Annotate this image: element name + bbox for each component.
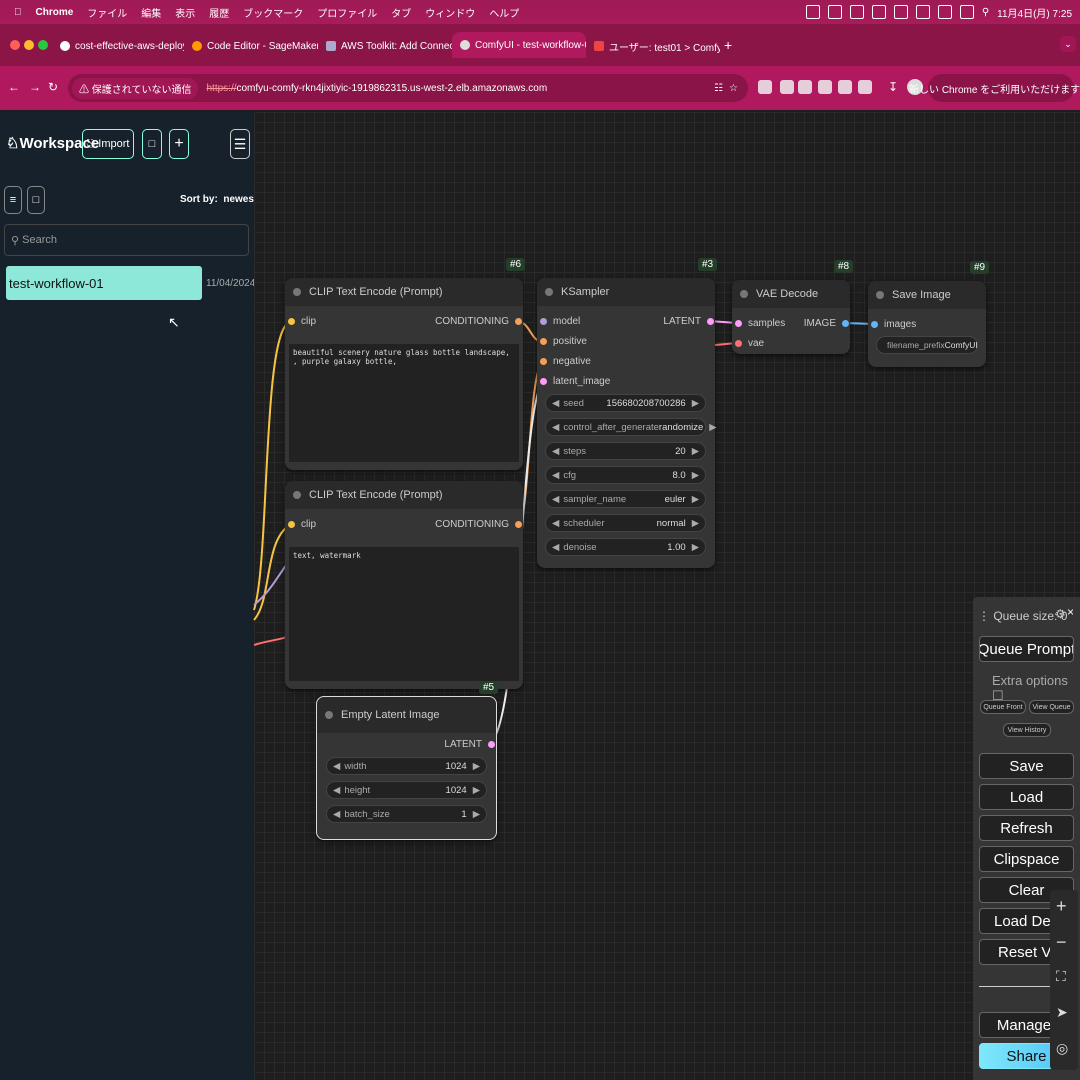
pointer-icon[interactable]: ➤: [1056, 1004, 1068, 1021]
widget-sampler-name[interactable]: ◀ sampler_name euler ▶: [545, 490, 706, 508]
input-slot-latent-image[interactable]: latent_image: [540, 376, 610, 387]
collapse-dot[interactable]: [325, 711, 333, 719]
input-slot-vae[interactable]: vae: [735, 338, 764, 349]
collapse-dot[interactable]: [876, 291, 884, 299]
fit-view-icon[interactable]: ⛶: [1056, 968, 1066, 985]
zoom-out-icon[interactable]: −: [1056, 932, 1067, 953]
output-slot-image[interactable]: IMAGE: [800, 318, 849, 329]
widget-batch-size[interactable]: ◀ batch_size 1 ▶: [326, 805, 487, 823]
refresh-button[interactable]: Refresh: [979, 815, 1074, 841]
input-slot-images[interactable]: images: [871, 319, 916, 330]
input-slot-model[interactable]: model: [540, 316, 580, 327]
load-button[interactable]: Load: [979, 784, 1074, 810]
increment-icon[interactable]: ▶: [473, 785, 480, 796]
view-queue-button[interactable]: View Queue: [1029, 700, 1074, 714]
node-header[interactable]: CLIP Text Encode (Prompt): [285, 481, 523, 509]
widget-steps[interactable]: ◀ steps 20 ▶: [545, 442, 706, 460]
queue-front-button[interactable]: Queue Front: [980, 700, 1026, 714]
widget-seed[interactable]: ◀ seed 156680208700286 ▶: [545, 394, 706, 412]
increment-icon[interactable]: ▶: [473, 761, 480, 772]
collapse-dot[interactable]: [293, 288, 301, 296]
decrement-icon[interactable]: ◀: [552, 446, 559, 457]
decrement-icon[interactable]: ◀: [552, 518, 559, 529]
output-slot-conditioning[interactable]: CONDITIONING: [420, 316, 522, 327]
node-id-badge: #8: [834, 260, 854, 273]
increment-icon[interactable]: ▶: [692, 398, 699, 409]
input-slot-clip[interactable]: clip: [288, 519, 316, 530]
save-button[interactable]: Save: [979, 753, 1074, 779]
drag-handle-icon[interactable]: ⋮: [978, 609, 990, 623]
clipspace-button[interactable]: Clipspace: [979, 846, 1074, 872]
collapse-dot[interactable]: [293, 491, 301, 499]
node-header[interactable]: KSampler: [537, 278, 715, 306]
zoom-in-icon[interactable]: +: [1056, 896, 1067, 917]
node-header[interactable]: VAE Decode: [732, 280, 850, 308]
widget-control-after-generate[interactable]: ◀ control_after_generate randomize ▶: [545, 418, 717, 436]
output-slot-latent[interactable]: LATENT: [400, 739, 495, 750]
widget-denoise[interactable]: ◀ denoise 1.00 ▶: [545, 538, 706, 556]
decrement-icon[interactable]: ◀: [552, 470, 559, 481]
output-slot-latent[interactable]: LATENT: [640, 316, 714, 327]
close-icon[interactable]: ×: [1067, 605, 1074, 619]
node-header[interactable]: CLIP Text Encode (Prompt): [285, 278, 523, 306]
decrement-icon[interactable]: ◀: [333, 809, 340, 820]
widget-width[interactable]: ◀ width 1024 ▶: [326, 757, 487, 775]
decrement-icon[interactable]: ◀: [552, 494, 559, 505]
widget-height[interactable]: ◀ height 1024 ▶: [326, 781, 487, 799]
increment-icon[interactable]: ▶: [692, 494, 699, 505]
input-slot-clip[interactable]: clip: [288, 316, 316, 327]
decrement-icon[interactable]: ◀: [552, 542, 559, 553]
queue-prompt-button[interactable]: Queue Prompt: [979, 636, 1074, 662]
target-icon[interactable]: ◎: [1056, 1040, 1068, 1057]
input-slot-negative[interactable]: negative: [540, 356, 591, 367]
widget-cfg[interactable]: ◀ cfg 8.0 ▶: [545, 466, 706, 484]
settings-gear-icon[interactable]: ⚙: [1055, 607, 1066, 621]
increment-icon[interactable]: ▶: [692, 446, 699, 457]
view-history-button[interactable]: View History: [1003, 723, 1051, 737]
decrement-icon[interactable]: ◀: [333, 761, 340, 772]
increment-icon[interactable]: ▶: [692, 470, 699, 481]
increment-icon[interactable]: ▶: [709, 422, 716, 433]
collapse-dot[interactable]: [740, 290, 748, 298]
decrement-icon[interactable]: ◀: [552, 422, 559, 433]
node-id-badge: #3: [698, 258, 718, 271]
increment-icon[interactable]: ▶: [692, 518, 699, 529]
input-slot-positive[interactable]: positive: [540, 336, 587, 347]
node-header[interactable]: Empty Latent Image: [317, 697, 496, 733]
decrement-icon[interactable]: ◀: [333, 785, 340, 796]
node-id-badge: #9: [970, 261, 990, 274]
divider: [979, 986, 1051, 987]
widget-filename-prefix[interactable]: filename_prefix ComfyUI: [876, 336, 978, 354]
node-id-badge: #5: [479, 681, 499, 694]
queue-size: ⋮ Queue size: 0: [978, 609, 1068, 623]
widget-scheduler[interactable]: ◀ scheduler normal ▶: [545, 514, 706, 532]
input-slot-samples[interactable]: samples: [735, 318, 785, 329]
prompt-textarea[interactable]: beautiful scenery nature glass bottle la…: [289, 344, 519, 462]
decrement-icon[interactable]: ◀: [552, 398, 559, 409]
output-slot-conditioning[interactable]: CONDITIONING: [420, 519, 522, 530]
node-header[interactable]: Save Image: [868, 281, 986, 309]
prompt-textarea[interactable]: text, watermark: [289, 547, 519, 681]
increment-icon[interactable]: ▶: [473, 809, 480, 820]
increment-icon[interactable]: ▶: [692, 542, 699, 553]
collapse-dot[interactable]: [545, 288, 553, 296]
node-id-badge: #6: [506, 258, 526, 271]
